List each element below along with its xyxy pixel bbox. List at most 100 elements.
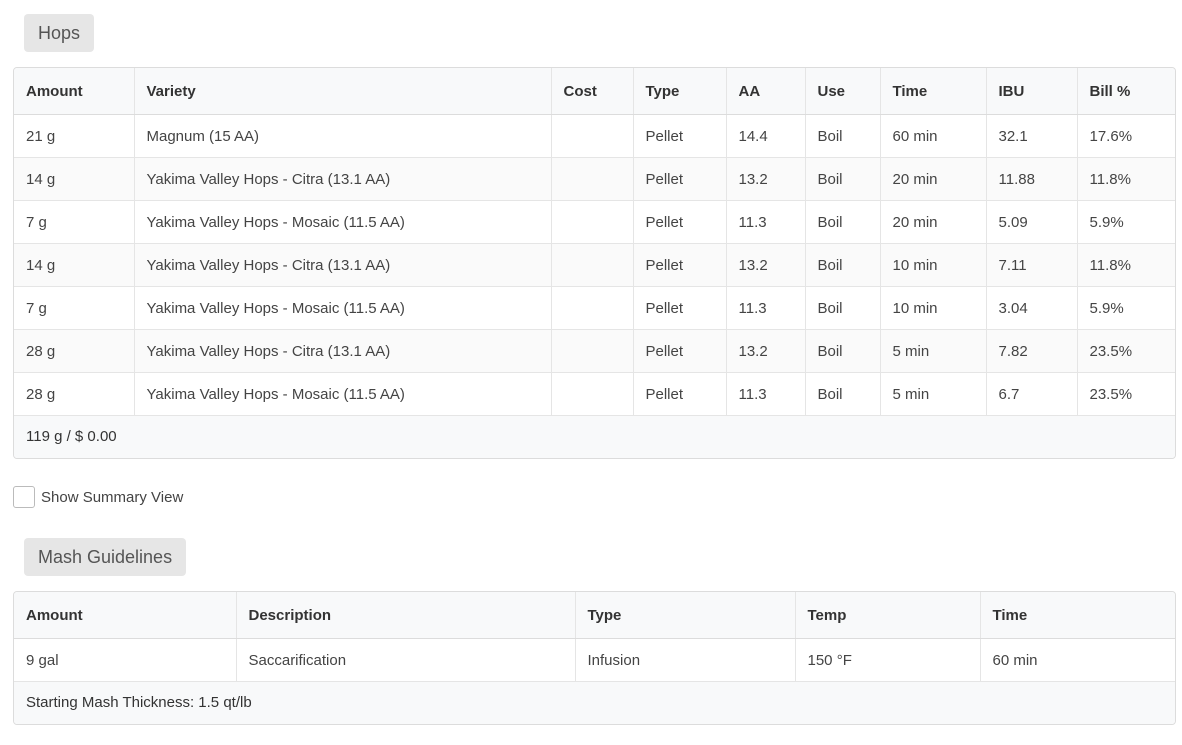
cell-use: Boil — [805, 243, 881, 287]
table-row: 28 g Yakima Valley Hops - Mosaic (11.5 A… — [14, 372, 1175, 416]
table-row: 7 g Yakima Valley Hops - Mosaic (11.5 AA… — [14, 200, 1175, 244]
cell-aa: 11.3 — [726, 372, 806, 416]
cell-amount: 14 g — [14, 157, 135, 201]
cell-amount: 28 g — [14, 329, 135, 373]
cell-amount: 7 g — [14, 200, 135, 244]
cell-aa: 11.3 — [726, 286, 806, 330]
cell-type: Pellet — [633, 200, 727, 244]
cell-type: Pellet — [633, 243, 727, 287]
cell-type: Pellet — [633, 157, 727, 201]
cell-bill-percent: 23.5% — [1077, 372, 1175, 416]
table-row: 9 gal Saccarification Infusion 150 °F 60… — [14, 638, 1175, 682]
summary-view-label: Show Summary View — [41, 488, 184, 506]
cell-variety: Magnum (15 AA) — [134, 114, 552, 158]
table-row: 14 g Yakima Valley Hops - Citra (13.1 AA… — [14, 243, 1175, 287]
col-header-description[interactable]: Description — [236, 592, 576, 639]
mash-header-row: Amount Description Type Temp Time — [14, 592, 1175, 639]
col-header-temp[interactable]: Temp — [795, 592, 981, 639]
cell-amount: 21 g — [14, 114, 135, 158]
mash-section-title: Mash Guidelines — [24, 538, 187, 576]
cell-bill-percent: 5.9% — [1077, 200, 1175, 244]
cell-use: Boil — [805, 157, 881, 201]
cell-use: Boil — [805, 329, 881, 373]
cell-time: 10 min — [880, 286, 987, 330]
cell-cost — [551, 114, 634, 158]
table-row: 14 g Yakima Valley Hops - Citra (13.1 AA… — [14, 157, 1175, 201]
table-row: 7 g Yakima Valley Hops - Mosaic (11.5 AA… — [14, 286, 1175, 330]
cell-variety: Yakima Valley Hops - Citra (13.1 AA) — [134, 329, 552, 373]
cell-cost — [551, 286, 634, 330]
cell-cost — [551, 243, 634, 287]
cell-time: 20 min — [880, 157, 987, 201]
cell-time: 20 min — [880, 200, 987, 244]
col-header-type[interactable]: Type — [633, 68, 727, 115]
hops-header-row: Amount Variety Cost Type AA Use Time IBU… — [14, 68, 1175, 115]
cell-ibu: 7.82 — [986, 329, 1078, 373]
cell-ibu: 11.88 — [986, 157, 1078, 201]
col-header-variety[interactable]: Variety — [134, 68, 552, 115]
cell-type: Pellet — [633, 286, 727, 330]
summary-view-toggle[interactable]: Show Summary View — [13, 485, 183, 509]
col-header-amount[interactable]: Amount — [14, 68, 135, 115]
cell-amount: 7 g — [14, 286, 135, 330]
hops-total: 119 g / $ 0.00 — [14, 416, 1175, 458]
cell-aa: 13.2 — [726, 329, 806, 373]
col-header-ibu[interactable]: IBU — [986, 68, 1078, 115]
hops-section-title: Hops — [24, 14, 95, 52]
cell-type: Pellet — [633, 114, 727, 158]
cell-ibu: 3.04 — [986, 286, 1078, 330]
cell-type: Pellet — [633, 329, 727, 373]
cell-ibu: 7.11 — [986, 243, 1078, 287]
cell-cost — [551, 329, 634, 373]
col-header-use[interactable]: Use — [805, 68, 881, 115]
cell-variety: Yakima Valley Hops - Citra (13.1 AA) — [134, 157, 552, 201]
col-header-aa[interactable]: AA — [726, 68, 806, 115]
cell-use: Boil — [805, 372, 881, 416]
cell-time: 60 min — [880, 114, 987, 158]
cell-bill-percent: 23.5% — [1077, 329, 1175, 373]
cell-amount: 9 gal — [14, 638, 237, 682]
cell-amount: 28 g — [14, 372, 135, 416]
col-header-time[interactable]: Time — [880, 68, 987, 115]
cell-type: Pellet — [633, 372, 727, 416]
cell-use: Boil — [805, 286, 881, 330]
cell-variety: Yakima Valley Hops - Mosaic (11.5 AA) — [134, 200, 552, 244]
col-header-time[interactable]: Time — [980, 592, 1175, 639]
cell-ibu: 5.09 — [986, 200, 1078, 244]
cell-bill-percent: 17.6% — [1077, 114, 1175, 158]
cell-bill-percent: 11.8% — [1077, 243, 1175, 287]
cell-cost — [551, 157, 634, 201]
summary-view-checkbox[interactable] — [13, 486, 35, 508]
cell-time: 5 min — [880, 372, 987, 416]
cell-time: 60 min — [980, 638, 1175, 682]
col-header-cost[interactable]: Cost — [551, 68, 634, 115]
cell-use: Boil — [805, 200, 881, 244]
cell-variety: Yakima Valley Hops - Citra (13.1 AA) — [134, 243, 552, 287]
cell-description: Saccarification — [236, 638, 576, 682]
cell-ibu: 32.1 — [986, 114, 1078, 158]
col-header-bill-percent[interactable]: Bill % — [1077, 68, 1175, 115]
col-header-amount[interactable]: Amount — [14, 592, 237, 639]
cell-aa: 13.2 — [726, 243, 806, 287]
cell-cost — [551, 200, 634, 244]
cell-time: 10 min — [880, 243, 987, 287]
cell-bill-percent: 11.8% — [1077, 157, 1175, 201]
mash-table: Amount Description Type Temp Time 9 gal … — [13, 591, 1176, 725]
cell-ibu: 6.7 — [986, 372, 1078, 416]
hops-table: Amount Variety Cost Type AA Use Time IBU… — [13, 67, 1176, 459]
cell-temp: 150 °F — [795, 638, 981, 682]
cell-use: Boil — [805, 114, 881, 158]
col-header-type[interactable]: Type — [575, 592, 796, 639]
cell-aa: 11.3 — [726, 200, 806, 244]
cell-amount: 14 g — [14, 243, 135, 287]
table-row: 28 g Yakima Valley Hops - Citra (13.1 AA… — [14, 329, 1175, 373]
cell-aa: 14.4 — [726, 114, 806, 158]
cell-time: 5 min — [880, 329, 987, 373]
cell-cost — [551, 372, 634, 416]
mash-thickness-note: Starting Mash Thickness: 1.5 qt/lb — [14, 682, 1175, 724]
table-row: 21 g Magnum (15 AA) Pellet 14.4 Boil 60 … — [14, 114, 1175, 158]
cell-variety: Yakima Valley Hops - Mosaic (11.5 AA) — [134, 372, 552, 416]
cell-bill-percent: 5.9% — [1077, 286, 1175, 330]
cell-type: Infusion — [575, 638, 796, 682]
cell-variety: Yakima Valley Hops - Mosaic (11.5 AA) — [134, 286, 552, 330]
